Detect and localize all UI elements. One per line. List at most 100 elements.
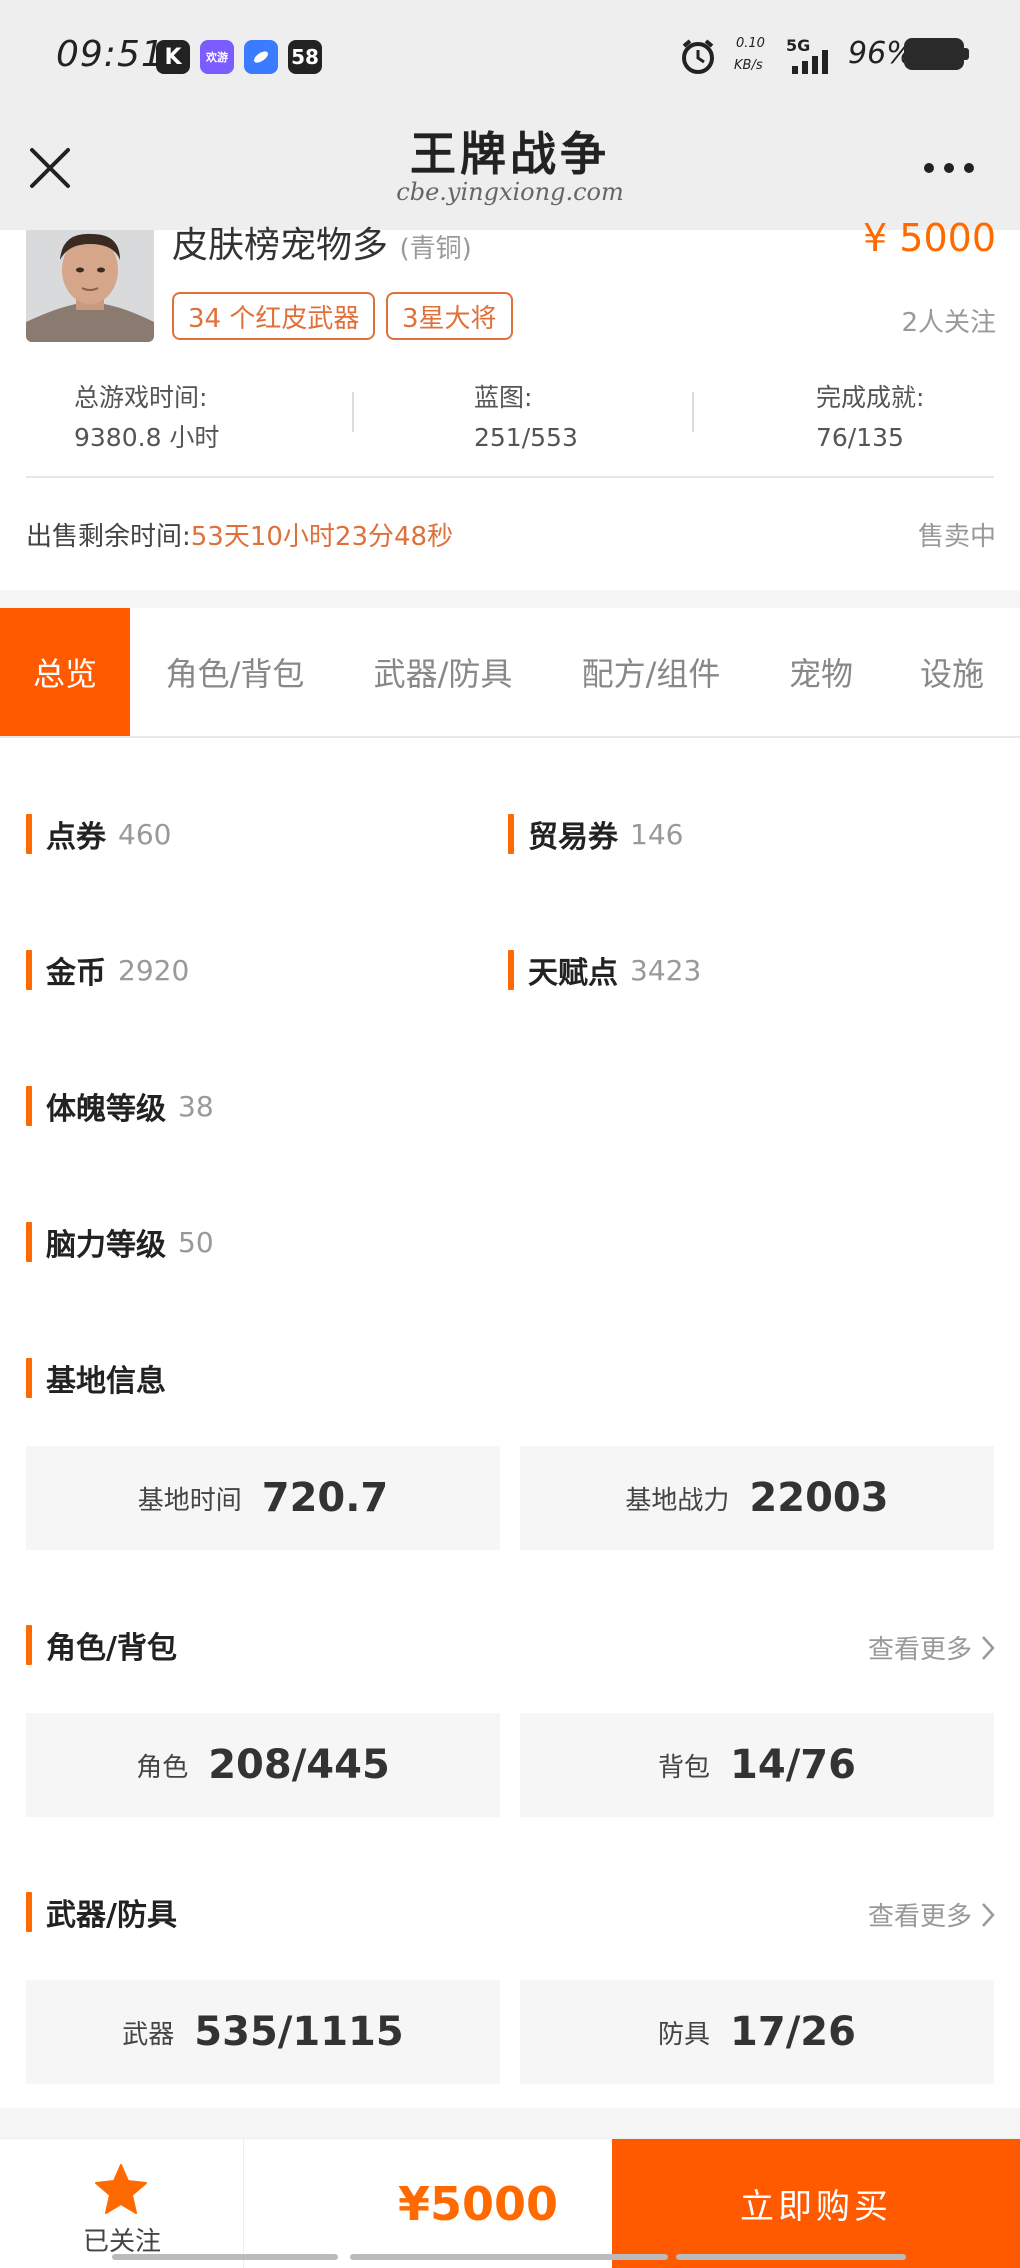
card-label: 角色 — [136, 1752, 189, 1783]
accent-bar — [26, 1358, 32, 1398]
accent-bar — [26, 950, 32, 990]
remaining-time: 出售剩余时间:53天10小时23分48秒 — [26, 516, 453, 553]
base-time-card: 基地时间 720.7 — [26, 1446, 500, 1550]
section-base-info: 基地信息 — [26, 1358, 166, 1399]
accent-bar — [26, 1222, 32, 1262]
alarm-icon — [678, 36, 718, 80]
buy-now-button[interactable]: 立即购买 — [612, 2139, 1020, 2268]
tab-overview[interactable]: 总览 — [0, 608, 130, 736]
item-label: 脑力等级 — [46, 1228, 166, 1263]
item-value: 50 — [178, 1225, 214, 1259]
home-indicator — [112, 2254, 338, 2260]
item-value: 146 — [630, 817, 684, 851]
card-value: 208/445 — [208, 1742, 390, 1788]
app-badge-k: K — [156, 40, 190, 74]
status-time: 09:51 — [56, 34, 165, 75]
item-label: 贸易券 — [528, 820, 618, 855]
card-value: 720.7 — [261, 1475, 389, 1521]
page-subtitle: cbe.yingxiong.com — [396, 178, 624, 206]
tab-bar: 总览 角色/背包 武器/防具 配方/组件 宠物 设施 — [0, 608, 1020, 738]
stat-label: 完成成就: — [816, 383, 925, 412]
app-badge-58: 58 — [288, 40, 322, 74]
section-role-bag: 角色/背包 — [26, 1625, 177, 1666]
role-see-more-link[interactable]: 查看更多 — [868, 1629, 996, 1666]
weapon-see-more-link[interactable]: 查看更多 — [868, 1896, 996, 1933]
item-label: 点券 — [46, 820, 106, 855]
app-badge-huanyou: 欢游 — [200, 40, 234, 74]
item-value: 38 — [178, 1089, 214, 1123]
tab-role-bag[interactable]: 角色/背包 — [150, 608, 320, 736]
page-title: 王牌战争 — [410, 127, 610, 181]
more-options-icon[interactable] — [922, 160, 976, 174]
top-bar: 09:51 K 欢游 58 0.10 KB/s 5G 96% 王牌战争 cbe.… — [0, 0, 1020, 230]
star-icon — [94, 2163, 148, 2215]
tab-recipe-parts[interactable]: 配方/组件 — [566, 608, 736, 736]
section-weapon-armor: 武器/防具 — [26, 1892, 177, 1933]
stat-label: 总游戏时间: — [74, 383, 208, 412]
watcher-count: 2人关注 — [901, 308, 996, 338]
bag-card: 背包 14/76 — [520, 1713, 994, 1817]
stat-blueprints: 蓝图: 251/553 — [474, 378, 578, 458]
accent-bar — [26, 1625, 32, 1665]
section-spacer — [0, 590, 1020, 608]
item-trade-coupons: 贸易券 146 — [508, 814, 684, 855]
avatar — [26, 230, 154, 342]
follow-label: 已关注 — [82, 2227, 161, 2257]
battery-icon — [904, 38, 964, 70]
role-card: 角色 208/445 — [26, 1713, 500, 1817]
chevron-right-icon — [982, 1902, 995, 1927]
home-indicator — [676, 2254, 906, 2260]
card-label: 背包 — [658, 1752, 711, 1783]
tab-pets[interactable]: 宠物 — [774, 608, 868, 736]
signal-icon — [790, 48, 840, 78]
see-more-label: 查看更多 — [867, 1902, 972, 1932]
tag-three-star: 3星大将 — [386, 292, 513, 340]
item-talent-points: 天赋点 3423 — [508, 950, 702, 991]
tag-red-weapons: 34 个红皮武器 — [172, 292, 376, 340]
tab-facilities[interactable]: 设施 — [900, 608, 1004, 736]
bottom-bar: 已关注 ¥5000 立即购买 — [0, 2138, 1020, 2268]
tab-weapon-armor[interactable]: 武器/防具 — [358, 608, 528, 736]
card-label: 武器 — [122, 2019, 175, 2050]
accent-bar — [26, 1086, 32, 1126]
card-label: 防具 — [658, 2019, 711, 2050]
section-title: 武器/防具 — [46, 1898, 177, 1933]
card-value: 17/26 — [730, 2009, 856, 2055]
divider — [692, 392, 694, 432]
card-value: 535/1115 — [194, 2009, 404, 2055]
accent-bar — [508, 950, 514, 990]
battery-cap — [964, 48, 969, 60]
item-coupons: 点券 460 — [26, 814, 171, 855]
chevron-right-icon — [982, 1635, 995, 1660]
base-power-card: 基地战力 22003 — [520, 1446, 994, 1550]
see-more-label: 查看更多 — [867, 1635, 972, 1665]
card-value: 22003 — [749, 1475, 889, 1521]
item-label: 天赋点 — [528, 956, 618, 991]
app-badge-blue — [244, 40, 278, 74]
item-value: 3423 — [630, 953, 702, 987]
item-label: 体魄等级 — [46, 1092, 166, 1127]
product-name-text: 皮肤榜宠物多 — [172, 225, 389, 266]
section-title: 基地信息 — [46, 1364, 166, 1399]
item-label: 金币 — [46, 956, 106, 991]
stat-value: 76/135 — [816, 423, 904, 452]
home-indicator — [350, 2254, 668, 2260]
item-mind-level: 脑力等级 50 — [26, 1222, 214, 1263]
sale-status: 售卖中 — [917, 522, 996, 552]
follow-button[interactable]: 已关注 — [0, 2139, 244, 2268]
divider — [26, 476, 994, 478]
item-physique-level: 体魄等级 38 — [26, 1086, 214, 1127]
card-value: 14/76 — [730, 1742, 856, 1788]
net-unit: KB/s — [734, 58, 763, 73]
accent-bar — [508, 814, 514, 854]
armor-card: 防具 17/26 — [520, 1980, 994, 2084]
stat-value: 251/553 — [474, 423, 578, 452]
card-label: 基地战力 — [625, 1485, 730, 1516]
section-spacer — [0, 2108, 1020, 2138]
remaining-value: 53天10小时23分48秒 — [190, 522, 454, 552]
divider — [352, 392, 354, 432]
stat-achievements: 完成成就: 76/135 — [816, 378, 924, 458]
bottom-price: ¥5000 — [397, 2176, 558, 2231]
accent-bar — [26, 1892, 32, 1932]
item-gold: 金币 2920 — [26, 950, 189, 991]
